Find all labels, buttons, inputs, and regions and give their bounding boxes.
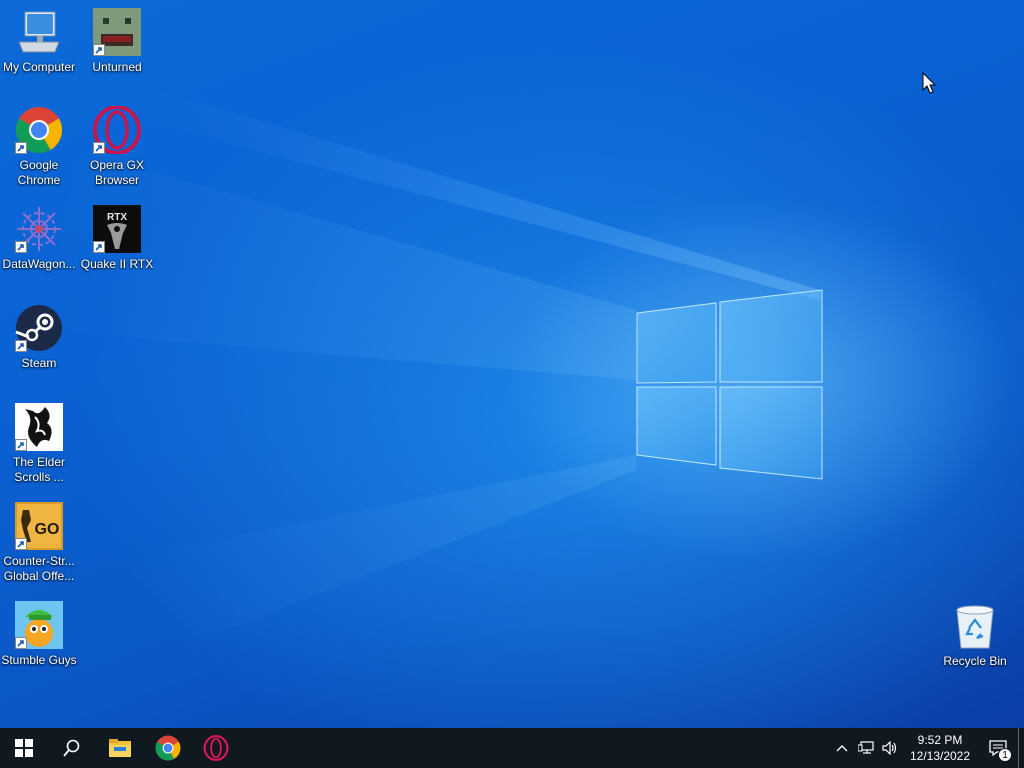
taskbar: 9:52 PM 12/13/2022 1 [0,728,1024,768]
csgo-icon: GO [15,502,63,550]
desktop-icon-label: Steam [21,356,57,370]
volume-button[interactable] [878,728,902,768]
desktop-icon-label: My Computer [2,60,76,74]
mouse-cursor-icon [922,72,936,94]
shortcut-arrow-icon [15,340,27,352]
search-icon [63,739,80,757]
clock[interactable]: 9:52 PM 12/13/2022 [902,732,978,764]
shortcut-arrow-icon [15,637,27,649]
go-text: GO [35,521,60,538]
volume-icon [882,741,897,755]
desktop-icon-label: Unturned [92,60,142,74]
shortcut-arrow-icon [93,241,105,253]
desktop-icon-elder-scrolls[interactable]: The Elder Scrolls ... [0,403,78,485]
desktop-icon-stumble-guys[interactable]: Stumble Guys [0,601,78,668]
desktop-icon-google-chrome[interactable]: Google Chrome [0,106,78,188]
desktop-icon-quake-ii-rtx[interactable]: RTX Quake II RTX [78,205,156,272]
file-explorer-button[interactable] [96,728,144,768]
desktop-icon-label: The Elder Scrolls ... [12,455,66,484]
shortcut-arrow-icon [15,142,27,154]
recycle-bin-icon [951,602,999,650]
shortcut-arrow-icon [93,142,105,154]
computer-icon [15,8,63,56]
desktop-icon-counter-strike[interactable]: GO Counter-Str... Global Offe... [0,502,78,584]
opera-taskbar-button[interactable] [192,728,240,768]
show-desktop-button[interactable] [1018,728,1024,768]
network-button[interactable] [854,728,878,768]
steam-icon [15,304,63,352]
desktop-icon-recycle-bin[interactable]: Recycle Bin [936,602,1014,669]
quake-rtx-icon: RTX [93,205,141,253]
desktop-icon-label: Opera GX Browser [89,158,145,187]
chrome-taskbar-button[interactable] [144,728,192,768]
desktop-icon-label: Quake II RTX [80,257,154,271]
desktop-icon-opera-gx[interactable]: Opera GX Browser [78,105,156,188]
start-button[interactable] [0,728,48,768]
clock-time: 9:52 PM [917,733,963,747]
chrome-icon [15,106,63,154]
desktop-icon-label: Google Chrome [17,158,61,187]
datawagon-icon [15,205,63,253]
action-center-button[interactable]: 1 [978,728,1018,768]
shortcut-arrow-icon [93,44,105,56]
file-explorer-icon [109,739,131,757]
notification-count-badge: 1 [998,748,1012,762]
show-hidden-icons-button[interactable] [830,728,854,768]
clock-date: 12/13/2022 [909,749,971,763]
system-tray: 9:52 PM 12/13/2022 1 [830,728,1024,768]
shortcut-arrow-icon [15,241,27,253]
shortcut-arrow-icon [15,538,27,550]
desktop-icon-label: DataWagon... [2,257,76,271]
desktop-icon-datawagon[interactable]: DataWagon... [0,205,78,272]
search-button[interactable] [48,728,96,768]
desktop-icon-label: Stumble Guys [1,653,77,667]
desktop-icon-my-computer[interactable]: My Computer [0,8,78,75]
chevron-up-icon [836,745,848,752]
opera-gx-icon [93,105,141,155]
desktop[interactable]: My Computer Unturned Google Chrome Opera… [0,0,1024,728]
unturned-icon [93,8,141,56]
desktop-icon-unturned[interactable]: Unturned [78,8,156,75]
stumble-guys-icon [15,601,63,649]
chrome-icon [155,735,181,761]
elder-scrolls-icon [15,403,63,451]
desktop-icon-label: Counter-Str... Global Offe... [3,554,75,583]
opera-icon [203,735,229,761]
desktop-icon-label: Recycle Bin [943,654,1007,668]
shortcut-arrow-icon [15,439,27,451]
desktop-icon-steam[interactable]: Steam [0,304,78,371]
network-icon [858,741,874,754]
start-icon [15,739,33,757]
rtx-text: RTX [107,212,127,223]
